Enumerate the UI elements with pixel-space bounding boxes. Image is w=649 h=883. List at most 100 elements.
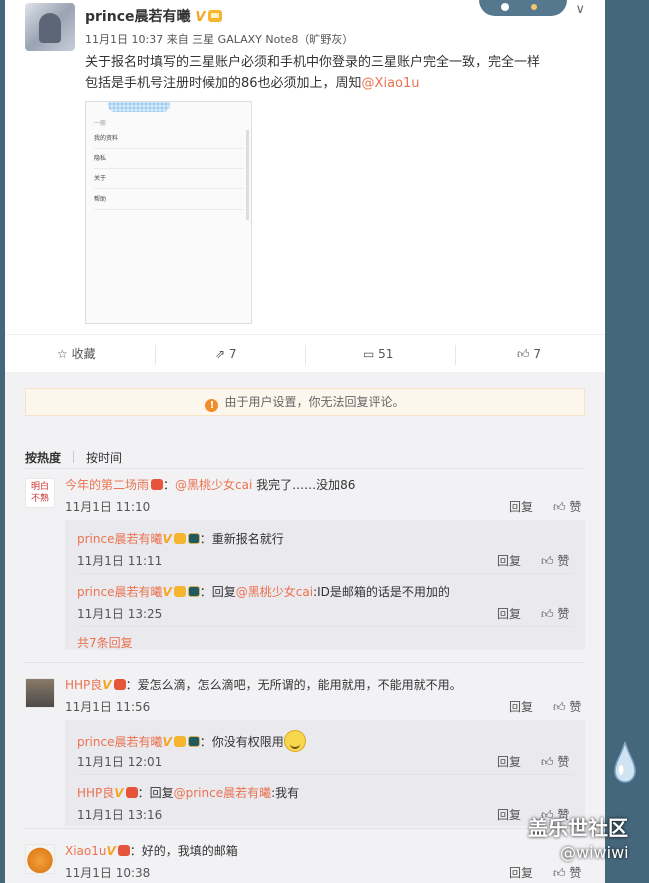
avatar[interactable]: 明白 不熟: [25, 478, 55, 508]
reply-text: HHP良V ：回复@prince晨若有曦:我有: [77, 784, 299, 801]
mention-link[interactable]: @黑桃少女cai: [236, 585, 313, 599]
comment-body: ：好的，我填的邮箱: [129, 844, 238, 858]
like-button[interactable]: 👍︎ 赞: [553, 498, 581, 515]
commenter-name[interactable]: prince晨若有曦: [77, 532, 162, 546]
member-badge-icon: [113, 679, 126, 690]
reply-button[interactable]: 回复: [509, 864, 533, 881]
comment-icon: ▭: [363, 347, 375, 361]
mention-link[interactable]: @黑桃少女cai: [175, 478, 252, 492]
divider: [77, 774, 573, 775]
comment-button[interactable]: ▭ 51: [363, 335, 393, 373]
comments-section: ! 由于用户设置，你无法回复评论。 按热度 按时间 明白 不熟 今年的第二场雨 ：@黑…: [5, 372, 605, 883]
mention-link[interactable]: @Xiao1u: [362, 76, 420, 91]
avatar[interactable]: [25, 844, 55, 874]
reply-thread: prince晨若有曦 V ：你没有权限用 11月1日 12:01 回复 👍︎ 赞 H…: [65, 720, 585, 826]
water-drop-icon: [614, 741, 636, 783]
watermark-handle: @wiwiwi: [560, 843, 629, 862]
commenter-name[interactable]: HHP良: [65, 678, 102, 692]
image-decoration: [108, 102, 170, 112]
reply-button[interactable]: 回复: [509, 498, 533, 515]
post-image[interactable]: 一般 我的资料 隐私 关于 帮助: [85, 101, 252, 324]
like-label: 赞: [557, 755, 570, 769]
reply-body-suffix: :ID是邮箱的话是不用加的: [313, 585, 450, 599]
reply-button[interactable]: 回复: [509, 698, 533, 715]
post-author[interactable]: prince晨若有曦 V: [85, 6, 223, 26]
like-button[interactable]: 👍︎ 赞: [541, 605, 569, 622]
comment-sort-tabs: 按热度 按时间: [25, 449, 134, 466]
game-badge-icon: [187, 533, 200, 544]
reply-body: ：回复: [137, 786, 174, 800]
tab-time[interactable]: 按时间: [86, 451, 122, 465]
like-button[interactable]: 👍︎ 赞: [541, 753, 569, 770]
comment-time: 11月1日 11:10: [65, 500, 151, 514]
reply-body: ：回复: [199, 585, 236, 599]
reply-restriction-notice: ! 由于用户设置，你无法回复评论。: [25, 388, 585, 416]
thumbs-up-icon: 👍︎: [517, 347, 530, 361]
like-label: 赞: [569, 866, 582, 880]
comment-time: 11月1日 10:38: [65, 866, 151, 880]
forward-count: 7: [228, 347, 237, 361]
thumbs-up-icon: 👍︎: [553, 700, 566, 714]
reply-button[interactable]: 回复: [497, 605, 521, 622]
like-label: 赞: [569, 500, 582, 514]
forward-icon: ⇗: [215, 347, 226, 361]
divider: [73, 451, 75, 463]
comment-time: 11月1日 11:56: [65, 700, 151, 714]
commenter-name[interactable]: prince晨若有曦: [77, 735, 162, 749]
avatar[interactable]: [25, 3, 75, 51]
tab-hot[interactable]: 按热度: [25, 451, 61, 465]
image-section-label: 一般: [94, 120, 107, 127]
mention-link[interactable]: @prince晨若有曦: [174, 786, 271, 800]
reply-body: ：你没有权限用: [199, 735, 284, 749]
image-row: 帮助: [94, 190, 244, 210]
game-badge-icon: [187, 586, 200, 597]
author-name[interactable]: prince晨若有曦: [85, 9, 191, 25]
thumbs-up-icon: 👍︎: [541, 755, 554, 769]
emoji-icon: [283, 730, 306, 752]
verified-icon: V: [195, 10, 206, 25]
favorite-button[interactable]: ☆ 收藏: [57, 335, 96, 373]
commenter-name[interactable]: prince晨若有曦: [77, 585, 162, 599]
verified-icon: V: [106, 844, 116, 858]
like-button[interactable]: 👍︎ 7: [517, 335, 541, 373]
comment-count: 51: [378, 347, 394, 361]
divider: [25, 468, 585, 469]
verified-icon: V: [114, 786, 124, 800]
like-button[interactable]: 👍︎ 赞: [553, 864, 581, 881]
favorite-label: 收藏: [71, 347, 96, 361]
game-badge-icon: [187, 736, 200, 747]
reply-body: ：重新报名就行: [199, 532, 284, 546]
post-meta: 11月1日 10:37 来自 三星 GALAXY Note8（旷野灰）: [85, 33, 354, 46]
divider: [455, 345, 456, 365]
content-line-2: 包括是手机号注册时候加的86也必须加上，周知@Xiao1u: [85, 73, 585, 94]
divider: [305, 345, 306, 365]
image-scrollbar: [246, 130, 249, 220]
commenter-name[interactable]: HHP良: [77, 786, 114, 800]
divider: [25, 828, 585, 829]
reply-button[interactable]: 回复: [497, 753, 521, 770]
warning-icon: !: [205, 399, 219, 412]
reply-body-suffix: :我有: [271, 786, 300, 800]
reply-time: 11月1日 12:01: [77, 755, 163, 769]
like-button[interactable]: 👍︎ 赞: [541, 552, 569, 569]
more-replies-link[interactable]: 共7条回复: [77, 634, 133, 651]
avatar[interactable]: [25, 678, 55, 708]
reply-button[interactable]: 回复: [497, 552, 521, 569]
verified-icon: V: [102, 678, 112, 692]
action-bar: ☆ 收藏 ⇗ 7 ▭ 51 👍︎ 7: [5, 334, 605, 372]
commenter-name[interactable]: 今年的第二场雨: [65, 478, 149, 492]
star-icon: ☆: [57, 347, 68, 361]
like-label: 赞: [557, 607, 570, 621]
reply-text: prince晨若有曦V ：重新报名就行: [77, 530, 284, 547]
reply-thread: prince晨若有曦V ：重新报名就行 11月1日 11:11 回复 👍︎ 赞 p…: [65, 520, 585, 650]
chevron-down-icon[interactable]: ∨: [575, 2, 585, 17]
forward-button[interactable]: ⇗ 7: [215, 335, 237, 373]
post: ∨ prince晨若有曦 V 11月1日 10:37 来自 三星 GALAXY …: [5, 0, 605, 334]
content-text: 包括是手机号注册时候加的86也必须加上，周知: [85, 76, 362, 91]
image-row: 隐私: [94, 149, 244, 169]
vip-crown-icon: [173, 736, 186, 747]
commenter-name[interactable]: Xiao1u: [65, 844, 107, 858]
divider: [155, 345, 156, 365]
reply-button[interactable]: 回复: [497, 806, 521, 823]
like-button[interactable]: 👍︎ 赞: [553, 698, 581, 715]
